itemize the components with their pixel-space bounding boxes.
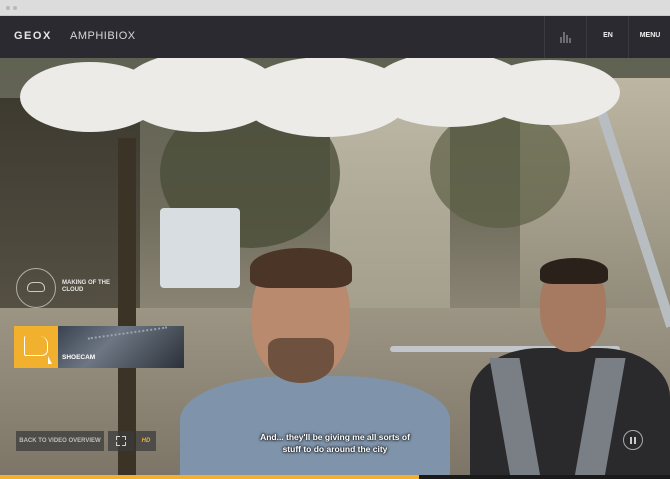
tree-trunk [118, 138, 136, 478]
video-progress-bar[interactable] [0, 475, 670, 479]
window-dot [6, 6, 10, 10]
shoecam-thumbnail[interactable]: SHOECAM [58, 326, 184, 368]
background-van [160, 208, 240, 288]
nav-divider [544, 16, 545, 58]
cloud-prop [20, 58, 620, 142]
presenter-figure [180, 376, 450, 479]
hd-toggle[interactable]: HD [136, 431, 156, 451]
video-progress-fill [0, 475, 419, 479]
video-frame[interactable]: MAKING OF THE CLOUD SHOECAM BACK TO VIDE… [0, 58, 670, 479]
presenter-hair [250, 248, 352, 288]
assistant-hair [540, 258, 608, 284]
fullscreen-icon[interactable] [108, 431, 134, 451]
amphibiox-logo[interactable]: AMPHIBIOX [70, 30, 136, 42]
back-to-overview-button[interactable]: BACK TO VIDEO OVERVIEW [16, 431, 104, 451]
browser-chrome [0, 0, 670, 16]
nav-divider [628, 16, 629, 58]
top-navigation: GEOX AMPHIBIOX EN MENU [0, 16, 670, 58]
subtitle-line: stuff to do around the city [282, 444, 388, 454]
shoe-icon [24, 336, 48, 356]
shoecam-label: SHOECAM [62, 354, 96, 361]
video-subtitle: And... they'll be giving me all sorts of… [200, 431, 470, 455]
shoecam-panel[interactable]: SHOECAM [14, 326, 184, 368]
equalizer-icon[interactable] [560, 31, 572, 43]
shoe-lace-detail [87, 326, 169, 348]
shoecam-button[interactable] [14, 326, 58, 368]
cursor-icon [48, 356, 52, 364]
background-building [330, 118, 450, 318]
making-of-label[interactable]: MAKING OF THE CLOUD [62, 280, 122, 294]
subtitle-line: And... they'll be giving me all sorts of [260, 432, 410, 442]
pause-icon[interactable] [623, 430, 643, 450]
geox-logo[interactable]: GEOX [14, 30, 52, 42]
window-dot [13, 6, 17, 10]
nav-divider [586, 16, 587, 58]
language-selector[interactable]: EN [588, 32, 628, 39]
menu-button[interactable]: MENU [630, 32, 670, 39]
presenter-beard [268, 338, 334, 383]
cloud-icon [27, 282, 45, 292]
